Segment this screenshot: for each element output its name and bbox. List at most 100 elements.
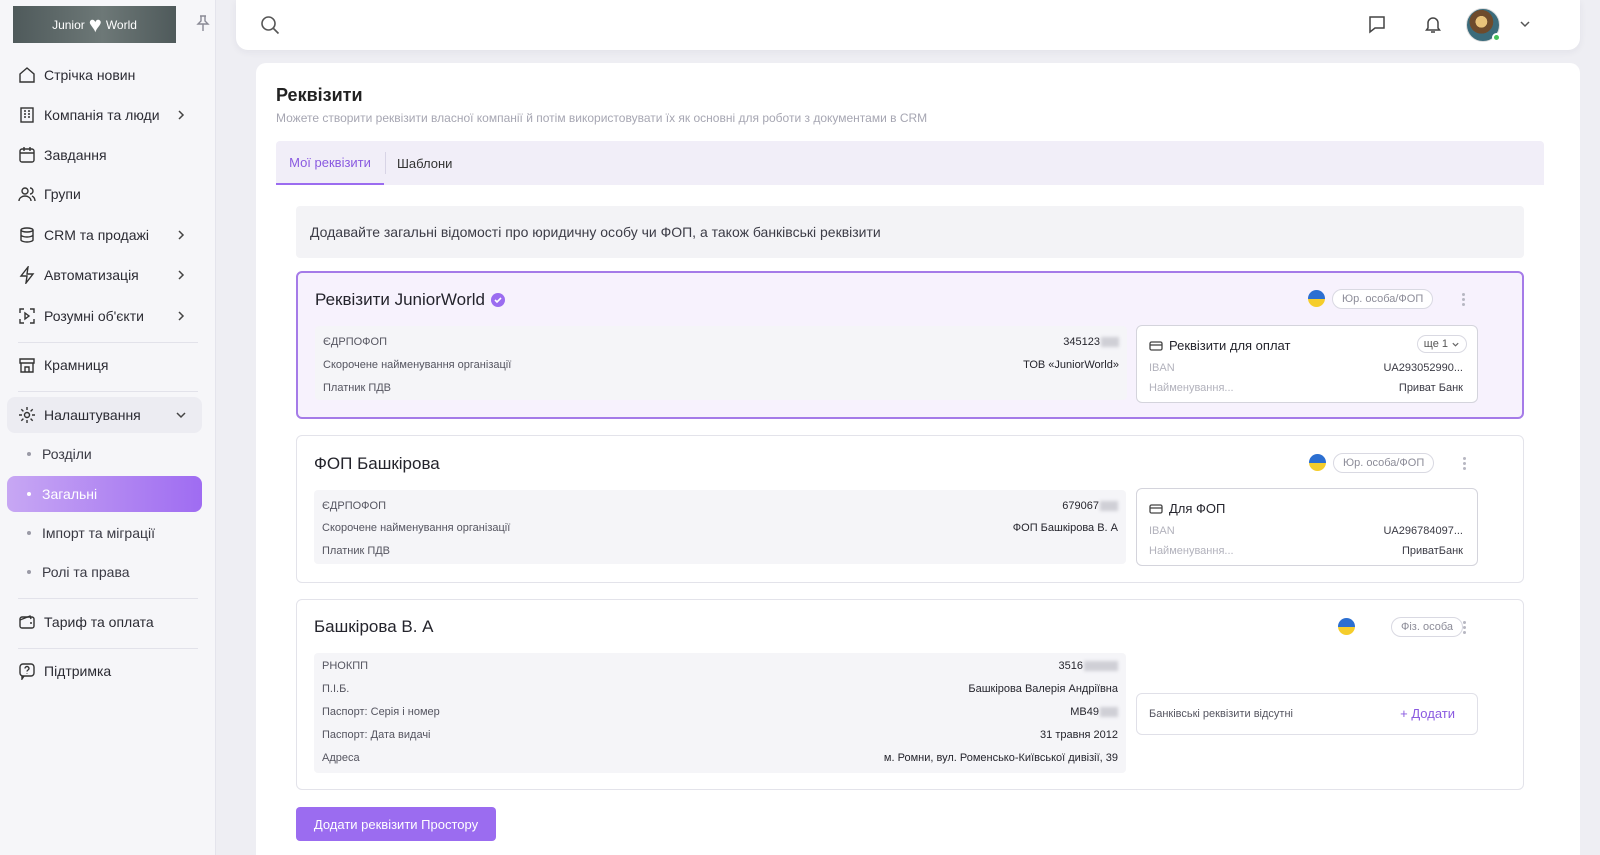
bank-empty-text: Банківські реквізити відсутні (1149, 708, 1293, 720)
bank-row-label: IBAN (1149, 362, 1175, 374)
page-subtitle: Можете створити реквізити власної компан… (276, 111, 928, 125)
card-fields: РНОКПП 3516 П.І.Б. Башкірова Валерія Анд… (314, 653, 1126, 773)
field-label: ЄДРПОФОП (323, 336, 387, 348)
bank-details-empty: Банківські реквізити відсутні + Додати (1136, 693, 1478, 735)
sidebar-item-company[interactable]: Компанія та люди (7, 97, 202, 133)
company-logo[interactable]: Junior ♥ World (13, 6, 176, 43)
field-row: Скорочене найменування організації ТОВ «… (323, 359, 1119, 375)
sidebar-item-label: Крамниця (44, 357, 109, 373)
bank-details-card[interactable]: Для ФОП IBAN UA296784097... Найменування… (1136, 488, 1478, 566)
wallet-icon (19, 615, 35, 629)
more-options-icon[interactable] (1462, 292, 1466, 306)
bullet-icon (27, 452, 31, 456)
more-options-icon[interactable] (1463, 620, 1467, 634)
tab-my-requisites[interactable]: Мої реквізити (276, 141, 384, 185)
sidebar-subitem-import[interactable]: Імпорт та міграції (7, 515, 202, 551)
sidebar-item-label: Автоматизація (44, 267, 139, 283)
field-row: ЄДРПОФОП 345123 (323, 336, 1119, 352)
chevron-down-icon[interactable] (1518, 17, 1532, 31)
field-row: Адреса м. Ромни, вул. Роменсько-Київсько… (322, 752, 1118, 768)
sidebar-item-smart-objects[interactable]: Розумні об'єкти (7, 298, 202, 334)
sidebar: Junior ♥ World Стрічка новин Компанія та… (0, 0, 216, 855)
bank-row-label: IBAN (1149, 525, 1175, 537)
sidebar-item-settings[interactable]: Налаштування (7, 397, 202, 433)
field-row: РНОКПП 3516 (322, 660, 1118, 676)
online-status-indicator (1492, 33, 1501, 42)
card-fields: ЄДРПОФОП 345123 Скорочене найменування о… (315, 326, 1127, 400)
field-value: МВ49 (1070, 706, 1118, 718)
more-accounts-label: ще 1 (1423, 338, 1448, 350)
smart-object-icon (19, 308, 35, 324)
field-value: ТОВ «JuniorWorld» (1023, 359, 1119, 371)
bank-row: IBAN UA293052990... (1149, 362, 1463, 376)
chevron-right-icon (178, 311, 185, 321)
card-title: Башкірова В. А (314, 617, 434, 637)
sidebar-item-label: Компанія та люди (44, 107, 160, 123)
sidebar-item-store[interactable]: Крамниця (7, 347, 202, 383)
field-label: Паспорт: Серія і номер (322, 706, 440, 718)
add-bank-details-button[interactable]: + Додати (1400, 706, 1455, 721)
bank-row-value: Приват Банк (1398, 382, 1463, 394)
sidebar-item-groups[interactable]: Групи (7, 176, 202, 212)
search-icon[interactable] (260, 15, 280, 35)
field-value-text: 345123 (1063, 336, 1100, 348)
store-icon (19, 358, 35, 373)
card-title: Реквізити JuniorWorld (315, 290, 505, 310)
sidebar-item-support[interactable]: Підтримка (7, 653, 202, 689)
sidebar-item-automation[interactable]: Автоматизація (7, 257, 202, 293)
sidebar-subitem-label: Загальні (42, 486, 98, 502)
sidebar-item-billing[interactable]: Тариф та оплата (7, 604, 202, 640)
bank-row-value: ПриватБанк (1401, 545, 1463, 557)
more-accounts-dropdown[interactable]: ще 1 (1416, 335, 1467, 353)
sidebar-item-label: Розумні об'єкти (44, 308, 144, 324)
bank-details-title: Для ФОП (1149, 501, 1225, 516)
requisites-card[interactable]: Башкірова В. А Фіз. особа РНОКПП 3516 П.… (296, 599, 1524, 790)
bank-title-text: Для ФОП (1169, 501, 1226, 516)
top-bar (236, 0, 1580, 50)
requisites-card[interactable]: Реквізити JuniorWorld Юр. особа/ФОП ЄДРП… (296, 271, 1524, 419)
sidebar-subitem-roles[interactable]: Ролі та права (7, 554, 202, 590)
entity-type-badge: Юр. особа/ФОП (1333, 453, 1435, 473)
field-row: ЄДРПОФОП 679067 (322, 500, 1118, 516)
tab-templates[interactable]: Шаблони (385, 152, 452, 174)
sidebar-item-label: Тариф та оплата (44, 614, 154, 630)
pin-icon[interactable] (195, 14, 211, 32)
card-title-text: ФОП Башкірова (314, 454, 440, 473)
more-options-icon[interactable] (1463, 456, 1467, 470)
card-title: ФОП Башкірова (314, 454, 440, 474)
sidebar-subitem-label: Імпорт та міграції (42, 525, 156, 541)
chat-icon[interactable] (1367, 14, 1387, 34)
field-value-text: МВ49 (1070, 706, 1099, 718)
sidebar-item-crm[interactable]: CRM та продажі (7, 217, 202, 253)
field-label: ЄДРПОФОП (322, 500, 386, 512)
sidebar-item-label: Групи (44, 186, 81, 202)
field-value: 31 травня 2012 (1040, 729, 1118, 741)
sidebar-subitem-general[interactable]: Загальні (7, 476, 202, 512)
sidebar-item-label: Завдання (44, 147, 107, 163)
redacted-mask (1084, 661, 1118, 672)
bank-details-title: Реквізити для оплат (1149, 338, 1290, 353)
field-value: 3516 (1059, 660, 1118, 672)
field-value-text: 679067 (1062, 500, 1099, 512)
sidebar-item-news[interactable]: Стрічка новин (7, 57, 202, 93)
field-label: Платник ПДВ (322, 545, 391, 557)
bank-details-card[interactable]: Реквізити для оплат ще 1 IBAN UA29305299… (1136, 325, 1478, 403)
bank-title-text: Реквізити для оплат (1169, 338, 1291, 353)
requisites-card[interactable]: ФОП Башкірова Юр. особа/ФОП ЄДРПОФОП 679… (296, 435, 1524, 583)
add-space-requisites-button[interactable]: Додати реквізити Простору (296, 807, 496, 841)
chevron-down-icon (176, 412, 186, 419)
users-icon (18, 187, 36, 202)
bullet-icon (27, 570, 31, 574)
gear-icon (19, 407, 35, 423)
sidebar-divider (18, 648, 198, 649)
bell-icon[interactable] (1423, 14, 1443, 34)
sidebar-subitem-sections[interactable]: Розділи (7, 436, 202, 472)
field-value: 679067 (1062, 500, 1118, 512)
field-label: Паспорт: Дата видачі (322, 729, 431, 741)
lightning-icon (19, 266, 35, 284)
sidebar-item-label: Стрічка новин (44, 67, 136, 83)
card-fields: ЄДРПОФОП 679067 Скорочене найменування о… (314, 490, 1126, 564)
sidebar-divider (18, 598, 198, 599)
sidebar-item-tasks[interactable]: Завдання (7, 137, 202, 173)
field-row: П.І.Б. Башкірова Валерія Андріївна (322, 683, 1118, 699)
